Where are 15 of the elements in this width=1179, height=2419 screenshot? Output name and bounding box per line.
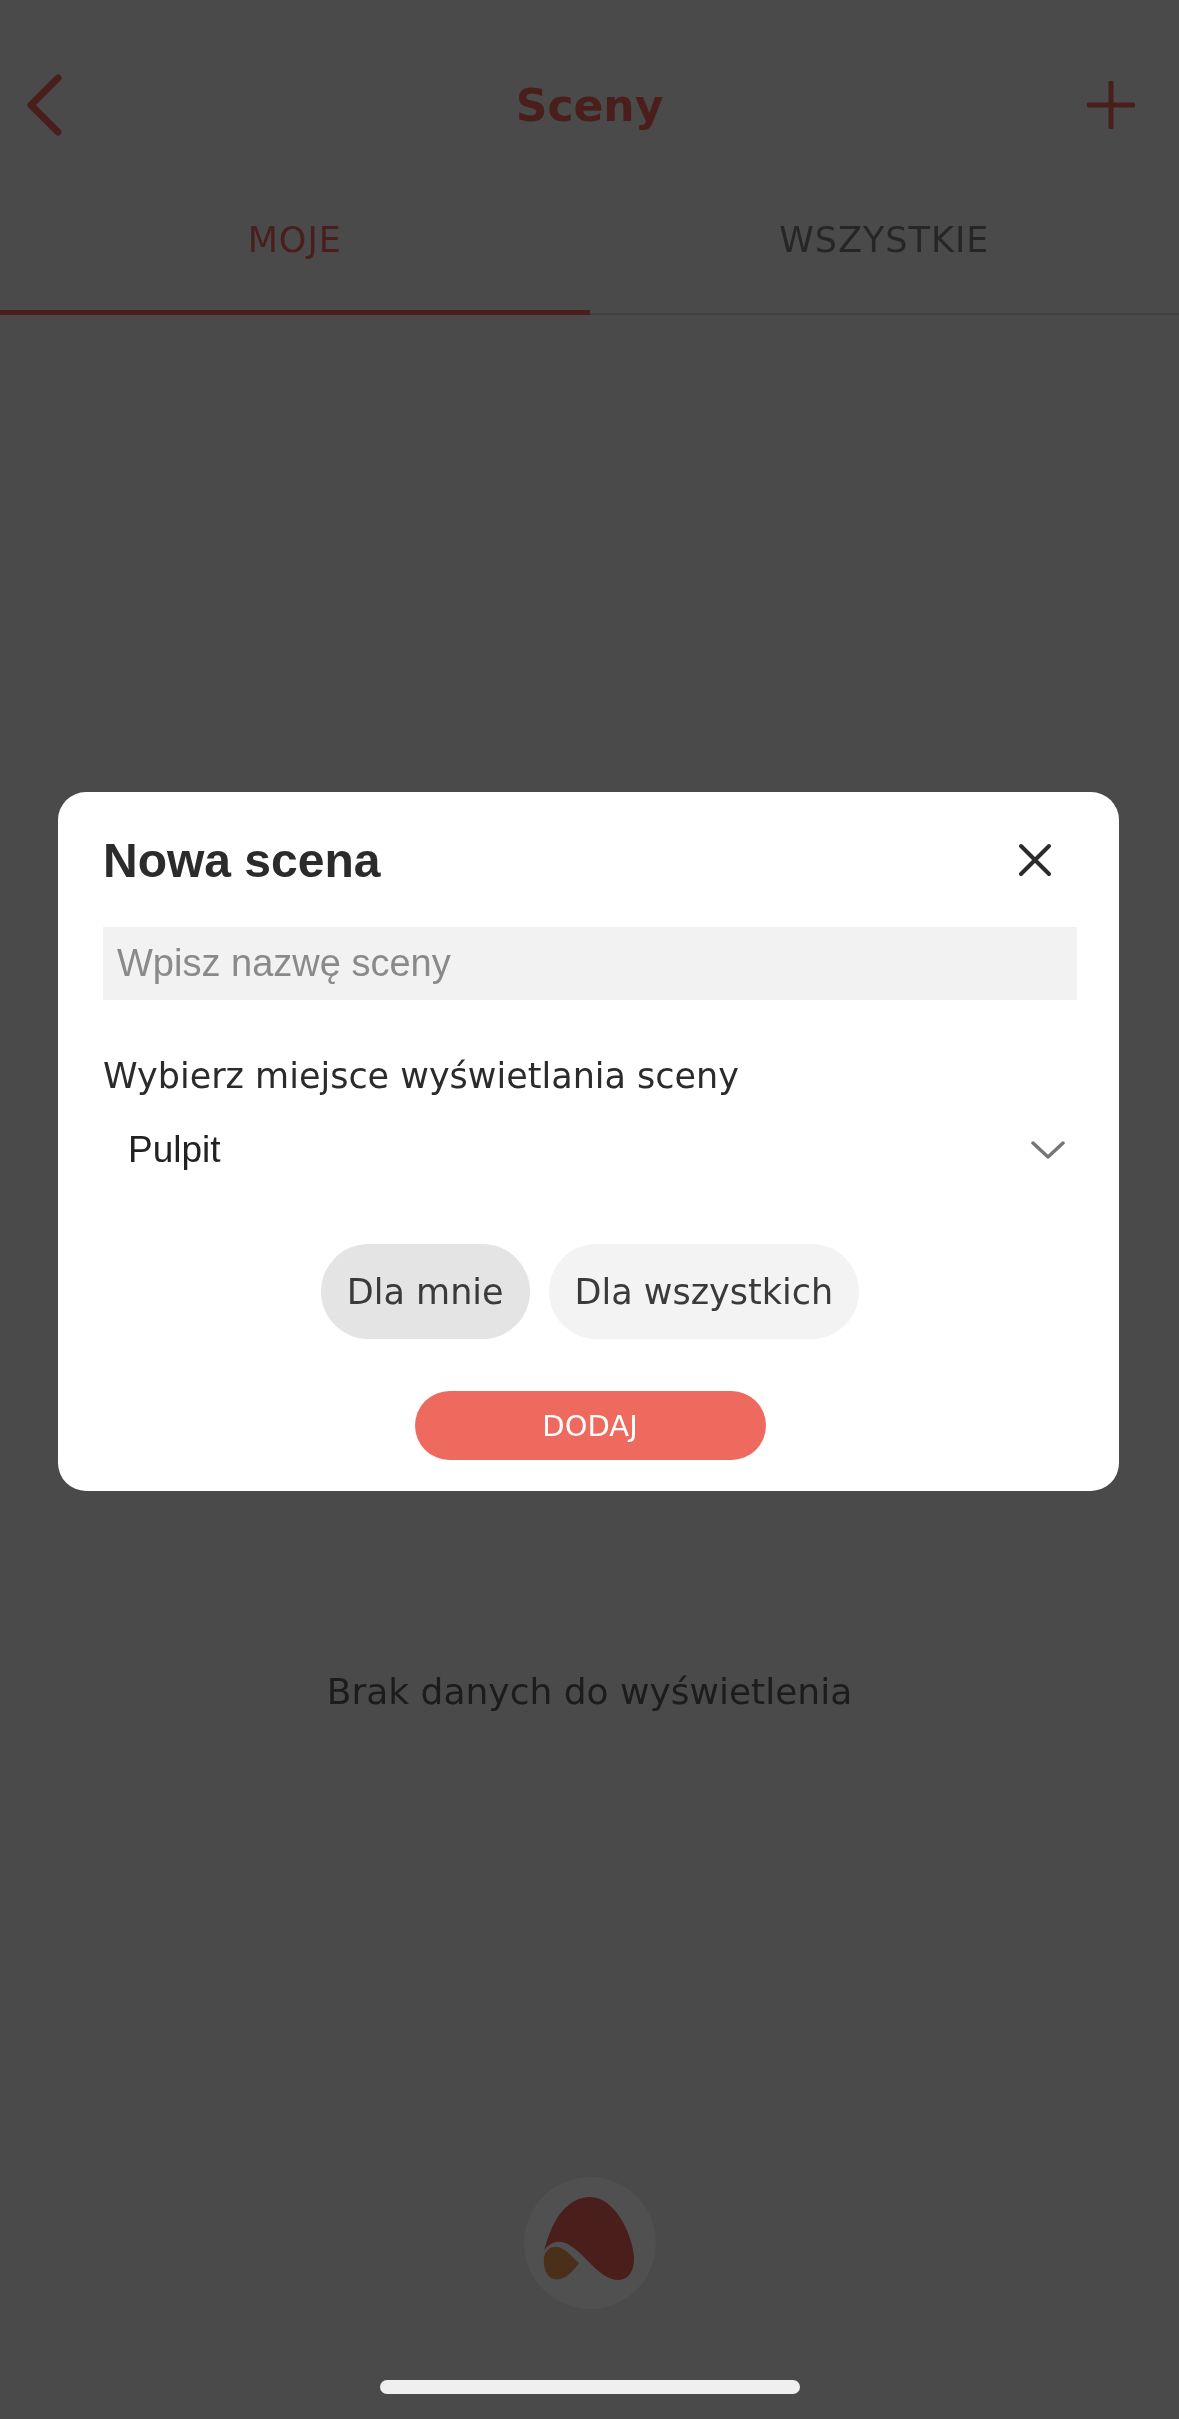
location-label: Wybierz miejsce wyświetlania sceny (103, 1055, 740, 1098)
dialog-title: Nowa scena (103, 832, 381, 888)
back-icon (26, 74, 62, 136)
audience-option[interactable]: Dla wszystkich (548, 1244, 860, 1339)
chevron-down-icon (1031, 1141, 1065, 1159)
scene-name-field[interactable]: Wpisz nazwę sceny (103, 927, 1077, 1000)
logo-icon (523, 2177, 656, 2309)
add-button[interactable] (1087, 81, 1135, 129)
plus-icon (1087, 81, 1135, 129)
close-icon (1018, 843, 1052, 877)
back-button[interactable] (26, 74, 62, 136)
audience-option[interactable]: Dla mnie (320, 1244, 530, 1339)
select-value: Pulpit (128, 1129, 221, 1171)
close-button[interactable] (1018, 843, 1052, 877)
location-select[interactable]: Pulpit (103, 1115, 1077, 1185)
